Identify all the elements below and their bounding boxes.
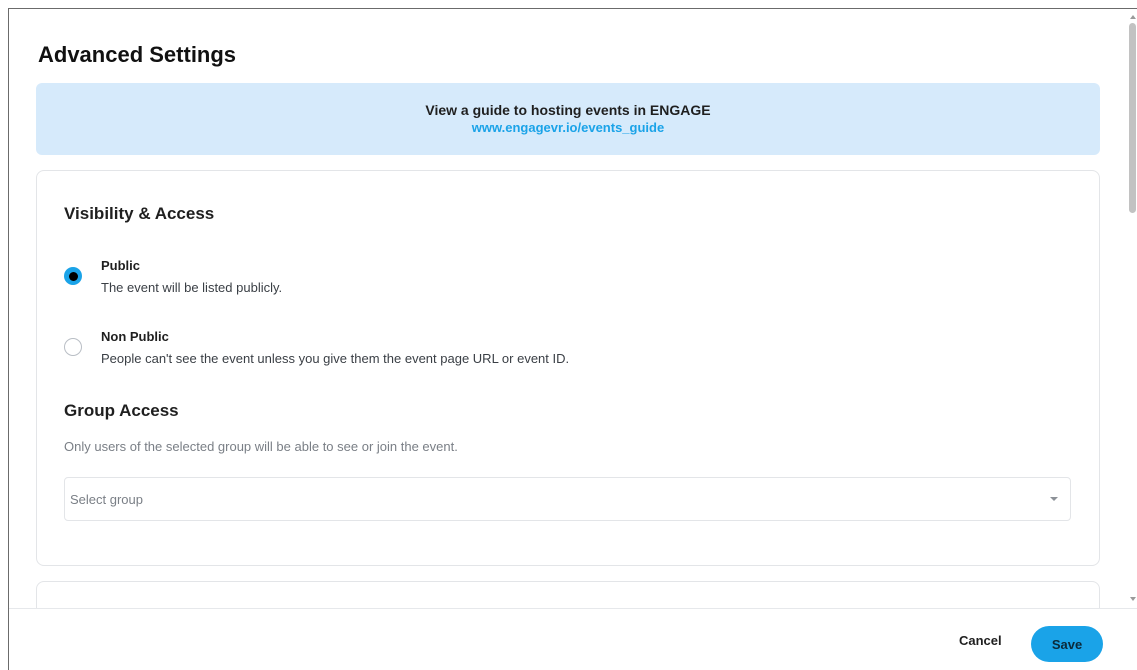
guide-link[interactable]: www.engagevr.io/events_guide xyxy=(472,119,664,137)
select-group-placeholder: Select group xyxy=(70,491,143,507)
advanced-settings-dialog: Advanced Settings View a guide to hostin… xyxy=(8,8,1137,670)
radio-unselected-icon[interactable] xyxy=(64,338,82,356)
radio-label-public: Public xyxy=(101,258,141,273)
scroll-up-icon[interactable] xyxy=(1130,15,1136,19)
chevron-down-icon xyxy=(1050,497,1058,501)
group-access-heading: Group Access xyxy=(64,401,179,420)
group-access-hint: Only users of the selected group will be… xyxy=(64,439,458,454)
radio-label-non-public: Non Public xyxy=(101,329,169,344)
visibility-access-card: Visibility & Access Public The event wil… xyxy=(36,170,1100,566)
guide-banner: View a guide to hosting events in ENGAGE… xyxy=(36,83,1100,155)
scrollbar[interactable] xyxy=(1128,9,1137,609)
cancel-button[interactable]: Cancel xyxy=(959,633,1002,648)
radio-description-public: The event will be listed publicly. xyxy=(101,280,283,295)
radio-option-public[interactable]: Public The event will be listed publicly… xyxy=(64,258,282,296)
dialog-title: Advanced Settings xyxy=(38,42,237,67)
save-button[interactable]: Save xyxy=(1031,626,1103,662)
radio-option-non-public[interactable]: Non Public People can't see the event un… xyxy=(64,329,569,367)
scroll-down-icon[interactable] xyxy=(1130,597,1136,601)
select-group-dropdown[interactable]: Select group xyxy=(64,477,1071,521)
scroll-thumb[interactable] xyxy=(1129,23,1136,213)
guide-banner-text: View a guide to hosting events in ENGAGE xyxy=(425,102,711,118)
footer-divider xyxy=(9,608,1137,609)
visibility-access-heading: Visibility & Access xyxy=(64,204,215,223)
radio-description-non-public: People can't see the event unless you gi… xyxy=(101,351,570,366)
radio-selected-icon[interactable] xyxy=(64,267,82,285)
